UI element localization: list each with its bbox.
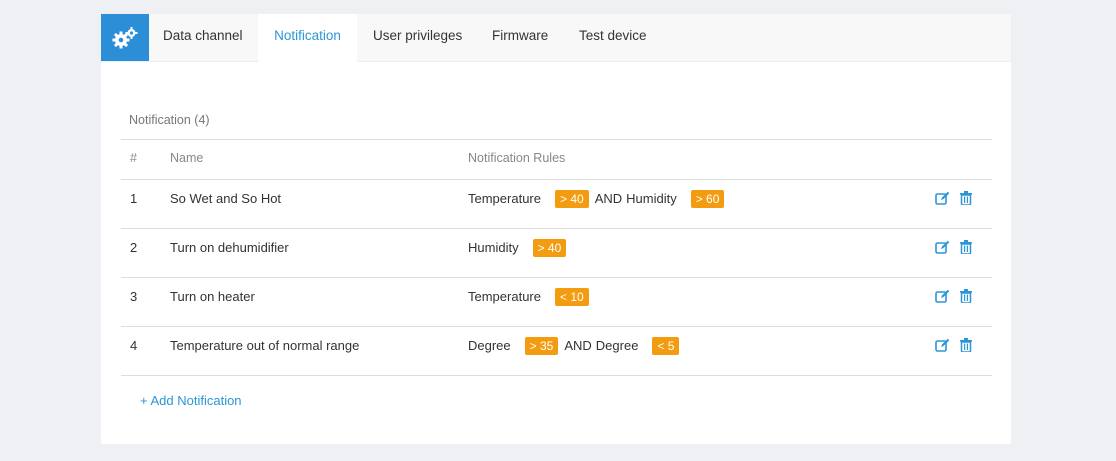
table-row: 3 Turn on heater Temperature < 10 (121, 277, 992, 326)
rule-condition-badge: > 40 (554, 189, 589, 208)
row-actions (934, 190, 974, 206)
notification-panel: Data channel Notification User privilege… (101, 14, 1011, 444)
tab-label: Test device (579, 28, 647, 43)
row-rules: Degree > 35 AND Degree < 5 (468, 329, 680, 362)
row-rules: Temperature > 40 AND Humidity > 60 (468, 182, 725, 215)
trash-icon (960, 191, 972, 205)
tab-label: Data channel (163, 28, 243, 43)
table-header: # Name Notification Rules (121, 139, 992, 179)
table-row: 4 Temperature out of normal range Degree… (121, 326, 992, 375)
tab-firmware[interactable]: Firmware (492, 14, 548, 61)
gears-icon (112, 26, 138, 48)
rule-condition-badge: > 60 (690, 189, 725, 208)
row-index: 1 (130, 191, 138, 206)
edit-icon (934, 240, 949, 254)
edit-button[interactable] (934, 239, 950, 255)
trash-icon (960, 240, 972, 254)
settings-button[interactable] (101, 14, 149, 61)
rule-condition-badge: > 40 (532, 238, 567, 257)
row-actions (934, 239, 974, 255)
tab-data-channel[interactable]: Data channel (163, 14, 243, 61)
rule-join: AND (564, 338, 592, 353)
row-name: Temperature out of normal range (170, 338, 360, 353)
tab-user-privileges[interactable]: User privileges (373, 14, 462, 61)
table-row: 1 So Wet and So Hot Temperature > 40 AND… (121, 179, 992, 228)
rule-field: Temperature (468, 289, 541, 304)
tab-label: Notification (274, 28, 341, 43)
rule-field: Humidity (626, 191, 677, 206)
rule-field: Degree (595, 338, 639, 353)
tab-notification[interactable]: Notification (258, 14, 357, 62)
rule-condition-badge: < 10 (554, 287, 589, 306)
row-name: So Wet and So Hot (170, 191, 282, 206)
rule-field: Humidity (468, 240, 519, 255)
rule-condition-badge: < 5 (652, 336, 680, 355)
trash-icon (960, 338, 972, 352)
notification-table: # Name Notification Rules 1 So Wet and S… (121, 139, 992, 376)
row-index: 3 (130, 289, 138, 304)
row-name: Turn on dehumidifier (170, 240, 289, 255)
edit-icon (934, 191, 949, 205)
row-index: 2 (130, 240, 138, 255)
delete-button[interactable] (958, 190, 974, 206)
tab-bar: Data channel Notification User privilege… (101, 14, 1011, 62)
edit-button[interactable] (934, 337, 950, 353)
edit-button[interactable] (934, 190, 950, 206)
tab-label: User privileges (373, 28, 463, 43)
row-index: 4 (130, 338, 138, 353)
table-bottom-divider (121, 375, 992, 376)
delete-button[interactable] (958, 239, 974, 255)
row-actions (934, 288, 974, 304)
delete-button[interactable] (958, 288, 974, 304)
row-actions (934, 337, 974, 353)
table-row: 2 Turn on dehumidifier Humidity > 40 (121, 228, 992, 277)
rule-field: Temperature (468, 191, 541, 206)
rule-condition-badge: > 35 (524, 336, 559, 355)
column-header-name: Name (170, 151, 204, 165)
tab-test-device[interactable]: Test device (579, 14, 647, 61)
row-name: Turn on heater (170, 289, 255, 304)
column-header-index: # (130, 151, 137, 165)
row-rules: Humidity > 40 (468, 231, 567, 264)
rule-field: Degree (468, 338, 511, 353)
tab-label: Firmware (492, 28, 549, 43)
edit-button[interactable] (934, 288, 950, 304)
delete-button[interactable] (958, 337, 974, 353)
edit-icon (934, 289, 949, 303)
row-rules: Temperature < 10 (468, 280, 589, 313)
trash-icon (960, 289, 972, 303)
column-header-rules: Notification Rules (468, 151, 566, 165)
add-notification-link[interactable]: + Add Notification (140, 393, 242, 408)
section-title: Notification (4) (129, 113, 210, 127)
rule-join: AND (594, 191, 623, 206)
edit-icon (934, 338, 949, 352)
